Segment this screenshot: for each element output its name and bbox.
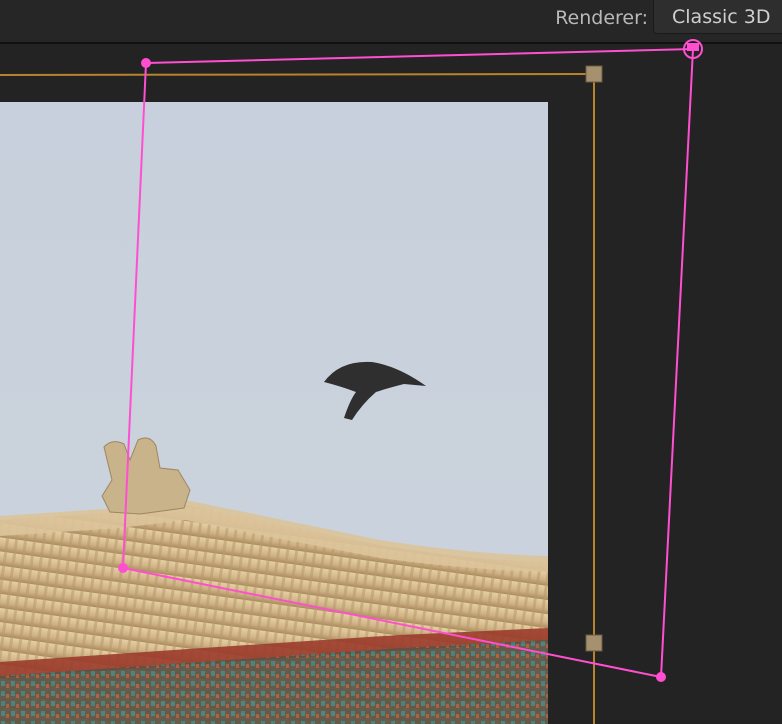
layer-bound-top xyxy=(0,73,595,76)
mask-vertex-icon[interactable] xyxy=(141,58,151,68)
mask-vertex-icon[interactable] xyxy=(656,672,666,682)
square-handle-icon[interactable] xyxy=(585,65,603,83)
square-handle-icon[interactable] xyxy=(585,634,603,652)
composition-canvas[interactable] xyxy=(0,0,782,724)
footage-layer[interactable] xyxy=(0,102,548,724)
mask-vertex-icon[interactable] xyxy=(118,563,128,573)
